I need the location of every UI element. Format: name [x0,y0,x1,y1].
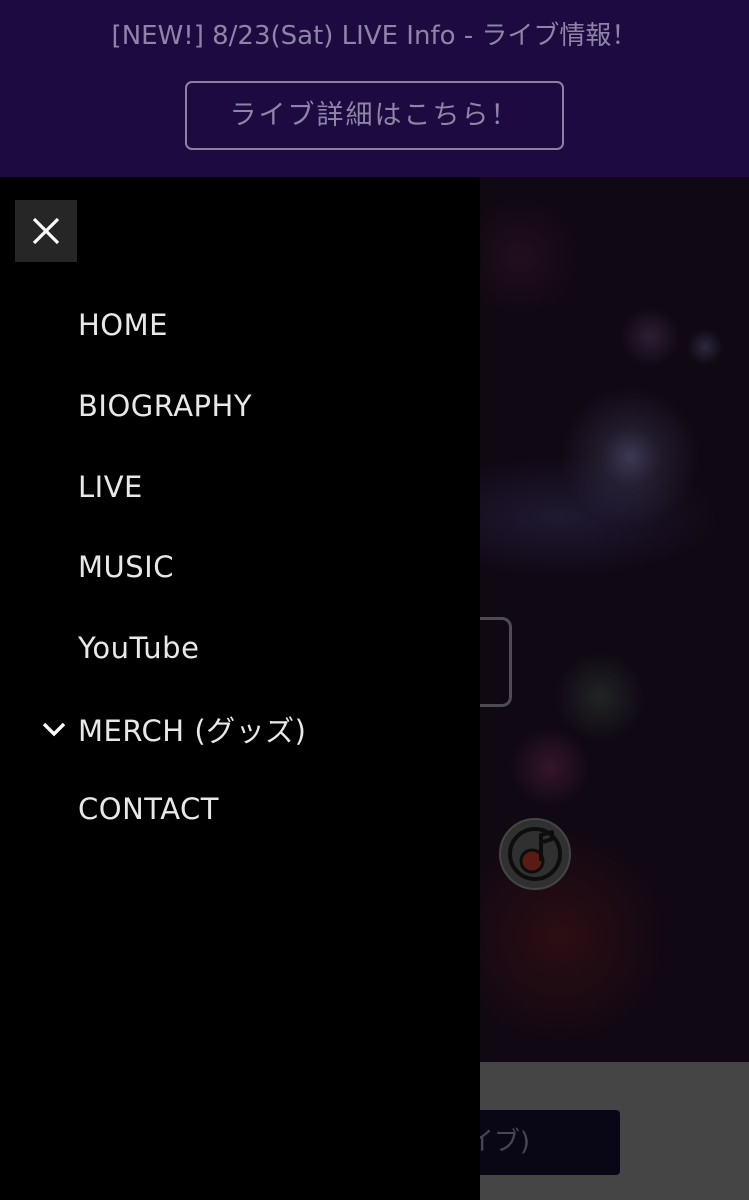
nav-item-label: CONTACT [78,792,220,827]
nav-item-label: YouTube [78,631,200,666]
nav-item-biography[interactable]: BIOGRAPHY [0,366,480,447]
nav-item-label: HOME [78,308,168,343]
nav-item-label: MERCH (グッズ) [78,713,307,748]
close-menu-button[interactable] [15,200,77,262]
banner-text: [NEW!] 8/23(Sat) LIVE Info - ライブ情報！ [111,21,638,51]
nav-item-merch[interactable]: MERCH (グッズ) [0,688,480,769]
chevron-down-icon[interactable] [42,717,66,741]
hero-background-image [460,177,749,1062]
content-section-background: イブ) [440,1062,749,1200]
navigation-drawer: HOME BIOGRAPHY LIVE MUSIC YouTube MERCH … [0,177,480,1200]
nav-item-youtube[interactable]: YouTube [0,608,480,689]
nav-item-label: BIOGRAPHY [78,389,253,424]
nav-item-live[interactable]: LIVE [0,446,480,527]
nav-item-music[interactable]: MUSIC [0,527,480,608]
nav-menu: HOME BIOGRAPHY LIVE MUSIC YouTube MERCH … [0,285,480,850]
nav-item-home[interactable]: HOME [0,285,480,366]
page: [NEW!] 8/23(Sat) LIVE Info - ライブ情報！ ライブ詳… [0,0,749,1200]
nav-item-contact[interactable]: CONTACT [0,769,480,850]
nav-item-label: LIVE [78,469,143,504]
music-note-logo-icon[interactable] [499,818,571,890]
nav-item-label: MUSIC [78,550,174,585]
announcement-banner: [NEW!] 8/23(Sat) LIVE Info - ライブ情報！ ライブ詳… [0,0,749,177]
live-details-button[interactable]: ライブ詳細はこちら！ [185,81,564,150]
close-icon [32,217,60,245]
